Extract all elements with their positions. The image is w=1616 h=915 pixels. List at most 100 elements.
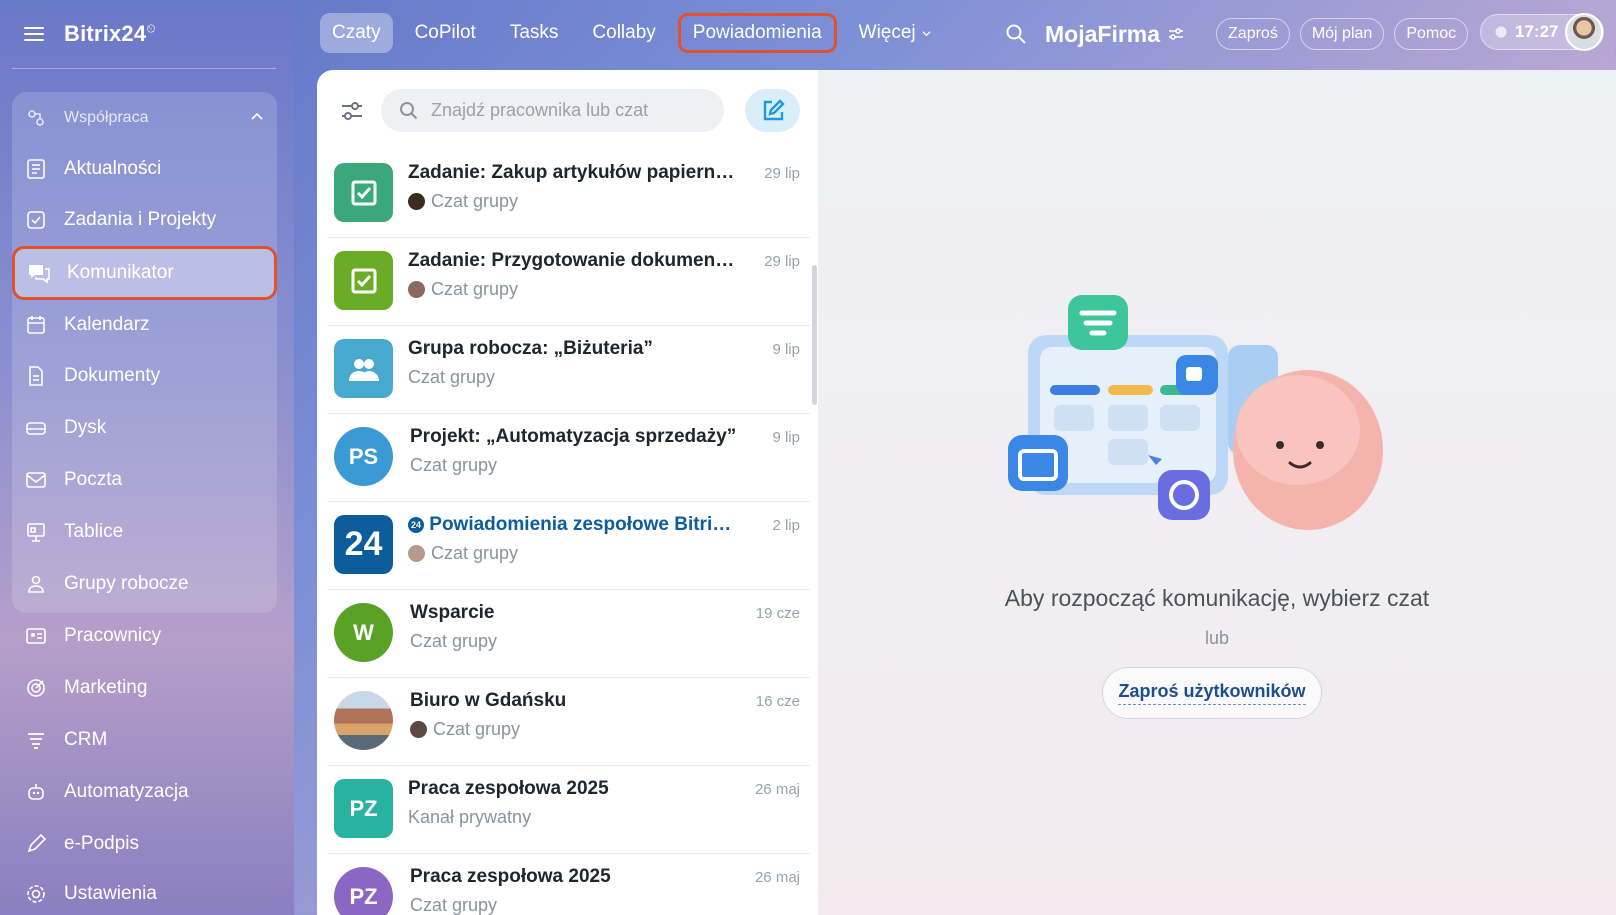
- brand-logo[interactable]: Bitrix24⏲: [64, 21, 156, 47]
- current-time: 17:27: [1515, 22, 1559, 41]
- list-item[interactable]: PS Projekt: „Automatyzacja sprzedaży” Cz…: [327, 414, 810, 502]
- chat-avatar-photo: [334, 691, 393, 750]
- sidebar-item-label: Poczta: [64, 469, 123, 490]
- tab-tasks[interactable]: Tasks: [498, 13, 571, 53]
- list-item[interactable]: Grupa robocza: „Biżuteria” Czat grupy 9 …: [327, 326, 810, 414]
- help-button[interactable]: Pomoc: [1394, 18, 1469, 50]
- search-input[interactable]: [431, 100, 691, 121]
- tab-collaby[interactable]: Collaby: [580, 13, 667, 53]
- task-icon: [351, 268, 376, 293]
- sidebar-item-calendar[interactable]: Kalendarz: [12, 302, 277, 348]
- sidebar-item-label: Tablice: [64, 521, 124, 542]
- chat-title: Biuro w Gdańsku: [410, 690, 567, 711]
- sidebar-item-news[interactable]: Aktualności: [12, 146, 277, 192]
- tab-copilot[interactable]: CoPilot: [403, 13, 488, 53]
- sidebar-item-marketing[interactable]: Marketing: [12, 665, 277, 711]
- chat-date: 26 maj: [754, 781, 800, 798]
- sliders-icon: [1169, 28, 1184, 40]
- task-icon: [351, 180, 376, 205]
- clock-icon: [1495, 26, 1507, 38]
- marketing-icon: [24, 676, 48, 700]
- document-icon: [24, 364, 48, 388]
- calendar-icon: [24, 313, 48, 337]
- sidebar-item-documents[interactable]: Dokumenty: [12, 353, 277, 399]
- illustration-mascot: [1008, 295, 1383, 530]
- collaboration-icon: [24, 106, 48, 130]
- top-nav: Czaty CoPilot Tasks Collaby Powiadomieni…: [320, 13, 943, 53]
- sidebar-item-drive[interactable]: Dysk: [12, 405, 277, 451]
- chat-subtitle: Czat grupy: [408, 367, 496, 387]
- chat-list-header: [317, 70, 818, 150]
- avatar[interactable]: [1565, 13, 1603, 51]
- chat-date: 9 lip: [772, 341, 800, 358]
- sidebar-item-employees[interactable]: Pracownicy: [12, 613, 277, 659]
- list-item[interactable]: 24 24 Powiadomienia zespołowe Bitrix24 C…: [327, 502, 810, 590]
- compose-icon: [763, 98, 785, 120]
- chat-subtitle: Czat grupy: [408, 279, 518, 300]
- chat-title: Zadanie: Przygotowanie dokumentów: [408, 250, 738, 271]
- sidebar-item-automation[interactable]: Automatyzacja: [12, 769, 277, 815]
- chat-avatar: [334, 163, 393, 222]
- search-icon: [400, 101, 418, 119]
- list-item[interactable]: PZ Praca zespołowa 2025 Kanał prywatny 2…: [327, 766, 810, 854]
- list-item[interactable]: PZ Praca zespołowa 2025 Czat grupy 26 ma…: [327, 854, 810, 915]
- automation-icon: [24, 780, 48, 804]
- sidebar-item-label: e-Podpis: [64, 833, 139, 854]
- list-item[interactable]: Zadanie: Przygotowanie dokumentów Czat g…: [327, 238, 810, 326]
- chat-date: 2 lip: [772, 517, 800, 534]
- sidebar-item-workgroups[interactable]: Grupy robocze: [12, 561, 277, 607]
- chat-avatar: W: [334, 603, 393, 662]
- chat-subtitle: Czat grupy: [410, 455, 498, 475]
- my-plan-button[interactable]: Mój plan: [1299, 18, 1385, 50]
- chat-date: 29 lip: [764, 253, 800, 270]
- chat-subtitle: Czat grupy: [410, 895, 498, 915]
- tab-notifications[interactable]: Powiadomienia: [677, 13, 837, 53]
- scrollbar[interactable]: [812, 265, 817, 405]
- invite-button[interactable]: Zaproś: [1216, 18, 1290, 50]
- invite-users-button[interactable]: Zaproś użytkowników: [1102, 667, 1322, 719]
- tab-chats[interactable]: Czaty: [320, 13, 393, 53]
- sidebar-item-esign[interactable]: e-Podpis: [12, 821, 277, 867]
- menu-icon[interactable]: [24, 27, 44, 41]
- signature-icon: [24, 832, 48, 856]
- list-item[interactable]: Biuro w Gdańsku Czat grupy 16 cze: [327, 678, 810, 766]
- sidebar-item-settings[interactable]: Ustawienia: [12, 871, 277, 915]
- sidebar-item-label: Dysk: [64, 417, 107, 438]
- chat-avatar: [334, 339, 393, 398]
- sidebar-item-boards[interactable]: Tablice: [12, 509, 277, 555]
- chat-title: Grupa robocza: „Biżuteria”: [408, 338, 653, 359]
- empty-state-title: Aby rozpocząć komunikację, wybierz czat: [1004, 585, 1430, 611]
- chat-title: Zadanie: Zakup artykułów papierniczych: [408, 162, 738, 183]
- chevron-up-icon[interactable]: [251, 111, 263, 123]
- sidebar-item-label: Komunikator: [67, 262, 174, 283]
- filter-icon[interactable]: [339, 98, 365, 124]
- sidebar-item-label: Pracownicy: [64, 625, 162, 646]
- chat-title: Projekt: „Automatyzacja sprzedaży”: [410, 426, 737, 447]
- new-chat-button[interactable]: [745, 89, 800, 132]
- sidebar-item-mail[interactable]: Poczta: [12, 457, 277, 503]
- chat-title: Wsparcie: [410, 602, 495, 623]
- chat-title: Praca zespołowa 2025: [408, 778, 609, 799]
- sidebar-item-label: Zadania i Projekty: [64, 209, 217, 230]
- avatar: [408, 545, 425, 562]
- brand: Bitrix24⏲: [24, 20, 156, 48]
- chat-avatar: PZ: [334, 779, 393, 838]
- boards-icon: [24, 520, 48, 544]
- work-time-widget[interactable]: 17:27: [1480, 13, 1604, 51]
- tab-more[interactable]: Więcej: [847, 13, 943, 53]
- list-item[interactable]: W Wsparcie Czat grupy 19 cze: [327, 590, 810, 678]
- chat-title: 24 Powiadomienia zespołowe Bitrix24: [408, 514, 738, 536]
- sidebar-item-crm[interactable]: CRM: [12, 717, 277, 763]
- chat-list-panel: Zadanie: Zakup artykułów papierniczych C…: [317, 70, 818, 915]
- search-icon[interactable]: [1005, 23, 1027, 45]
- avatar: [410, 721, 427, 738]
- chat-icon: [27, 261, 51, 285]
- list-item[interactable]: Zadanie: Zakup artykułów papierniczych C…: [327, 150, 810, 238]
- sidebar-item-messenger[interactable]: Komunikator: [12, 246, 277, 300]
- company-name[interactable]: MojaFirma: [1045, 21, 1184, 48]
- menu-group-header[interactable]: Współpraca: [12, 95, 277, 141]
- chat-subtitle: Czat grupy: [410, 631, 498, 651]
- search-box[interactable]: [381, 89, 724, 132]
- chat-avatar: 24: [334, 515, 393, 574]
- sidebar-item-tasks[interactable]: Zadania i Projekty: [12, 197, 277, 243]
